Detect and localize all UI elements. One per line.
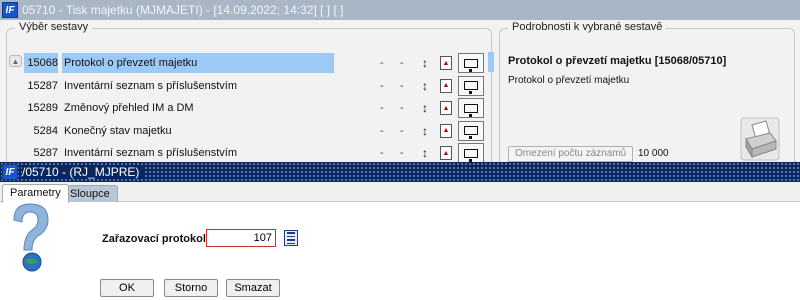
- monitor-icon[interactable]: [458, 143, 484, 164]
- report-list: 15068 Protokol o převzetí majetku - - ↕ …: [24, 52, 494, 165]
- clear-button[interactable]: Smazat: [226, 279, 280, 297]
- report-dash: -: [400, 147, 404, 160]
- report-code: 15289: [27, 102, 58, 115]
- report-selection-legend: Výběr sestavy: [15, 21, 93, 33]
- limit-records-button[interactable]: Omezení počtu záznamů: [508, 146, 634, 162]
- print-assets-window: IF 05710 - Tisk majetku (MJMAJETI) - [14…: [0, 0, 800, 164]
- pdf-icon[interactable]: ▲: [440, 56, 452, 71]
- question-mark-icon: [13, 203, 49, 272]
- report-dash: -: [400, 57, 404, 70]
- report-name: Konečný stav majetku: [64, 124, 172, 137]
- dialog-title: /05710 - (RJ_MJPRE): [22, 165, 144, 179]
- report-dash: -: [380, 147, 384, 160]
- report-row[interactable]: 15068 Protokol o převzetí majetku - - ↕ …: [24, 52, 494, 75]
- tab-columns[interactable]: Sloupce: [62, 185, 118, 202]
- report-dash: -: [400, 102, 404, 115]
- report-dash: -: [380, 57, 384, 70]
- report-row[interactable]: 5284 Konečný stav majetku - - ↕ ▲: [24, 120, 494, 143]
- app-logo-icon: IF: [2, 164, 18, 180]
- dialog-titlebar[interactable]: IF /05710 - (RJ_MJPRE): [0, 162, 800, 182]
- scroll-up-icon[interactable]: ▲: [9, 55, 22, 67]
- ok-button[interactable]: OK: [100, 279, 154, 297]
- report-row[interactable]: 15287 Inventární seznam s příslušenstvím…: [24, 75, 494, 98]
- pdf-icon[interactable]: ▲: [440, 78, 452, 93]
- limit-records-value: 10 000: [638, 148, 669, 159]
- report-name: Inventární seznam s příslušenstvím: [64, 147, 238, 160]
- cancel-button[interactable]: Storno: [164, 279, 218, 297]
- pdf-icon[interactable]: ▲: [440, 101, 452, 116]
- monitor-icon[interactable]: [458, 75, 484, 96]
- sort-arrows-icon[interactable]: ↕: [420, 56, 430, 70]
- list-scrollbar-thumb[interactable]: [488, 52, 494, 72]
- back-window-title: 05710 - Tisk majetku (MJMAJETI) - [14.09…: [22, 3, 344, 17]
- report-dash: -: [380, 79, 384, 92]
- report-code: 15287: [27, 79, 58, 92]
- assignment-protocol-input[interactable]: [206, 229, 276, 247]
- report-detail-title: Protokol o převzetí majetku [15068/05710…: [508, 55, 727, 67]
- sort-arrows-icon[interactable]: ↕: [420, 101, 430, 115]
- report-code: 5284: [33, 124, 58, 137]
- report-row[interactable]: 15289 Změnový přehled IM a DM - - ↕ ▲: [24, 97, 494, 120]
- app-logo-icon: IF: [2, 2, 18, 18]
- report-name: Inventární seznam s příslušenstvím: [64, 79, 238, 92]
- report-details-legend: Podrobnosti k vybrané sestavě: [508, 21, 667, 33]
- monitor-icon[interactable]: [458, 98, 484, 119]
- back-window-titlebar[interactable]: IF 05710 - Tisk majetku (MJMAJETI) - [14…: [0, 0, 800, 20]
- list-icon[interactable]: [284, 230, 298, 246]
- report-dash: -: [400, 124, 404, 137]
- report-dash: -: [380, 124, 384, 137]
- monitor-icon[interactable]: [458, 120, 484, 141]
- sort-arrows-icon[interactable]: ↕: [420, 79, 430, 93]
- report-detail-subtitle: Protokol o převzetí majetku: [508, 75, 630, 86]
- sort-arrows-icon[interactable]: ↕: [420, 146, 430, 160]
- report-dash: -: [380, 102, 384, 115]
- printer-icon[interactable]: [740, 117, 780, 161]
- report-code: 5287: [33, 147, 58, 160]
- tab-parameters[interactable]: Parametry: [2, 184, 69, 203]
- report-dash: -: [400, 79, 404, 92]
- dialog-tabstrip: Parametry Sloupce: [0, 182, 800, 203]
- report-name: Změnový přehled IM a DM: [64, 102, 194, 115]
- sort-arrows-icon[interactable]: ↕: [420, 124, 430, 138]
- report-code: 15068: [24, 53, 58, 74]
- monitor-icon[interactable]: [458, 53, 484, 74]
- report-name: Protokol o převzetí majetku: [62, 53, 334, 74]
- assignment-protocol-label: Zařazovací protokol:: [102, 233, 210, 245]
- pdf-icon[interactable]: ▲: [440, 146, 452, 161]
- pdf-icon[interactable]: ▲: [440, 123, 452, 138]
